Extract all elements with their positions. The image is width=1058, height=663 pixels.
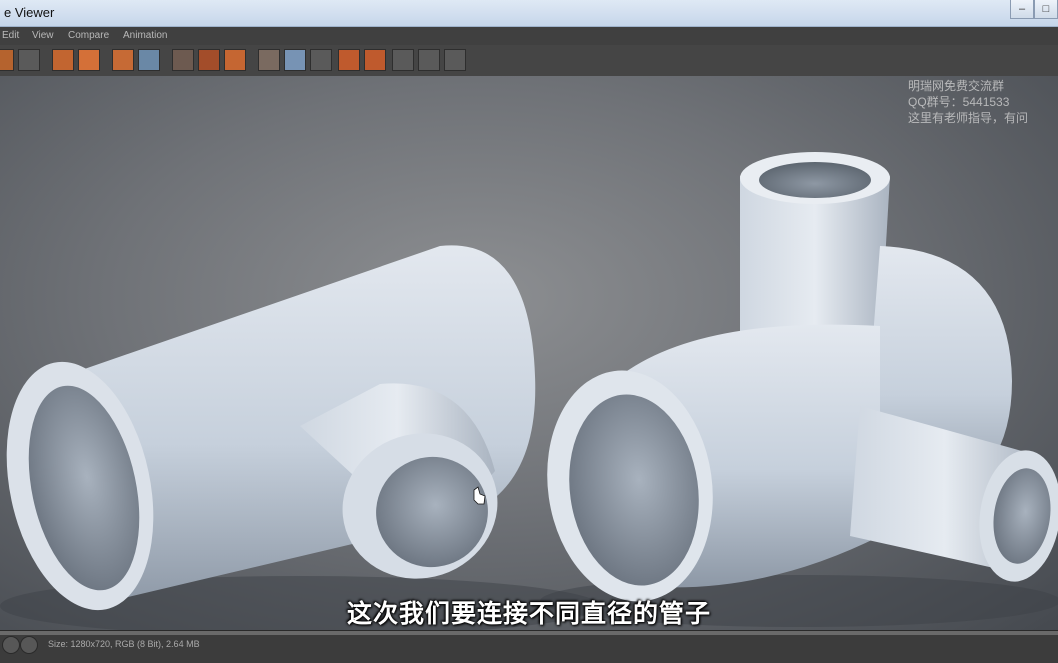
- menu-view[interactable]: View: [32, 30, 54, 41]
- show-button[interactable]: [0, 49, 14, 71]
- b-marker-button[interactable]: [364, 49, 386, 71]
- frame-button[interactable]: [18, 49, 40, 71]
- minimize-icon: –: [1018, 3, 1026, 15]
- ab-button[interactable]: [310, 49, 332, 71]
- layout-3-button[interactable]: [444, 49, 466, 71]
- watermark-line-1: 明瑞网免费交流群: [908, 79, 1005, 93]
- minimize-button[interactable]: –: [1010, 0, 1034, 19]
- a-marker-button[interactable]: [338, 49, 360, 71]
- maximize-button[interactable]: □: [1034, 0, 1058, 19]
- menu-compare[interactable]: Compare: [68, 30, 109, 41]
- watermark-line-2: QQ群号：5441533: [908, 95, 1010, 109]
- settings-button[interactable]: [224, 49, 246, 71]
- image-info: Size: 1280x720, RGB (8 Bit), 2.64 MB: [48, 639, 200, 649]
- watermark-line-3: 这里有老师指导，有问: [908, 111, 1029, 125]
- cross-fitting-right: [547, 152, 1058, 602]
- window-controls: – □: [1010, 0, 1058, 20]
- maximize-icon: □: [1042, 3, 1050, 15]
- layout-2-button[interactable]: [418, 49, 440, 71]
- copy-button[interactable]: [112, 49, 134, 71]
- title-bar: e Viewer – □: [0, 0, 1058, 27]
- video-subtitle: 这次我们要连接不同直径的管子: [346, 600, 711, 628]
- menu-bar: Edit View Compare Animation: [0, 27, 1058, 45]
- paste-button[interactable]: [138, 49, 160, 71]
- toolbar: [0, 45, 1058, 77]
- compare-button[interactable]: [258, 49, 280, 71]
- layout-1-button[interactable]: [392, 49, 414, 71]
- horizontal-scrollbar[interactable]: [0, 631, 1058, 635]
- render-viewport[interactable]: 明瑞网免费交流群 QQ群号：5441533 这里有老师指导，有问: [0, 76, 1058, 630]
- split-button[interactable]: [284, 49, 306, 71]
- region-a-button[interactable]: [172, 49, 194, 71]
- reducer-tee-left: [6, 245, 536, 611]
- next-button[interactable]: [20, 636, 38, 654]
- previous-button[interactable]: [2, 636, 20, 654]
- status-bar: Size: 1280x720, RGB (8 Bit), 2.64 MB: [0, 630, 1058, 663]
- user-button[interactable]: [78, 49, 100, 71]
- pipe-render: [0, 152, 1058, 630]
- watermark: 明瑞网免费交流群 QQ群号：5441533 这里有老师指导，有问: [908, 78, 1028, 126]
- menu-animation[interactable]: Animation: [123, 30, 167, 41]
- region-b-button[interactable]: [198, 49, 220, 71]
- render-region-button[interactable]: [52, 49, 74, 71]
- window-title: e Viewer: [4, 5, 55, 20]
- menu-edit[interactable]: Edit: [2, 30, 19, 41]
